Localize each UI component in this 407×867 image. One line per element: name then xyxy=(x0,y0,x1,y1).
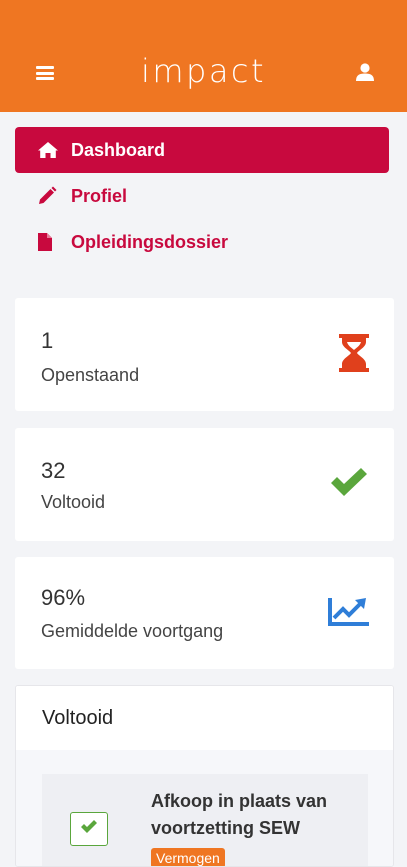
home-icon xyxy=(37,140,61,160)
nav-item-opleidingsdossier[interactable]: Opleidingsdossier xyxy=(15,219,389,265)
pencil-icon xyxy=(37,186,61,206)
trend-chart-icon xyxy=(328,596,370,631)
stat-card-voltooid[interactable]: 32 Voltooid xyxy=(15,428,394,541)
completed-panel: Voltooid Afkoop in plaats van voortzetti… xyxy=(15,685,394,867)
task-checkbox[interactable] xyxy=(70,812,108,846)
app-logo[interactable]: impact xyxy=(0,52,407,90)
panel-body: Afkoop in plaats van voortzetting SEW Ve… xyxy=(16,750,393,866)
nav-item-profiel[interactable]: Profiel xyxy=(15,173,389,219)
hourglass-icon xyxy=(338,334,370,377)
stat-label: Openstaand xyxy=(41,365,140,385)
stat-label: Voltooid xyxy=(41,492,106,512)
stat-value: 96% xyxy=(41,585,86,610)
stat-value: 1 xyxy=(41,328,54,353)
nav-item-label: Opleidingsdossier xyxy=(71,231,229,252)
user-icon[interactable] xyxy=(355,63,375,81)
panel-title: Voltooid xyxy=(16,686,393,750)
sidebar-nav: Dashboard Profiel Opleidingsdossier xyxy=(15,127,389,265)
file-icon xyxy=(37,232,61,252)
stat-card-gemiddelde-voortgang[interactable]: 96% Gemiddelde voortgang xyxy=(15,557,394,669)
stat-card-openstaand[interactable]: 1 Openstaand xyxy=(15,298,394,411)
nav-item-dashboard[interactable]: Dashboard xyxy=(15,127,389,173)
stat-value: 32 xyxy=(41,458,66,483)
nav-item-label: Dashboard xyxy=(71,139,166,160)
checkmark-icon xyxy=(329,468,369,503)
task-title[interactable]: Afkoop in plaats van voortzetting SEW xyxy=(151,788,361,842)
task-tag: Vermogen xyxy=(151,848,225,866)
nav-item-label: Profiel xyxy=(71,185,128,206)
stat-label: Gemiddelde voortgang xyxy=(41,621,224,641)
task-item[interactable]: Afkoop in plaats van voortzetting SEW Ve… xyxy=(42,774,368,866)
check-icon xyxy=(80,819,98,839)
top-bar: impact xyxy=(0,0,407,112)
